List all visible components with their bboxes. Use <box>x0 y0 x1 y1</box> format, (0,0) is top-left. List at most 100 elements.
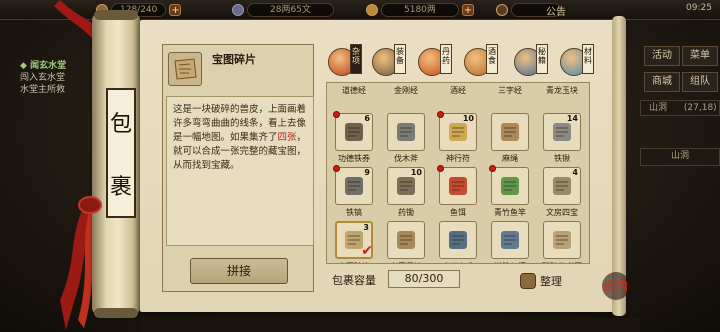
new-item-dot <box>489 165 496 172</box>
item-slot[interactable]: 14 <box>543 113 581 151</box>
new-item-dot <box>437 111 444 118</box>
story-line: 闯入玄水堂 <box>20 73 66 83</box>
sort-label: 整理 <box>540 275 562 288</box>
item-label: 功德铁券 <box>338 154 370 163</box>
location-coords: (27,18) <box>683 103 717 113</box>
item-label: 道德经 <box>342 86 366 95</box>
item-label: 酒经 <box>450 86 466 95</box>
page-icon <box>548 227 576 253</box>
story-panel[interactable]: ◆ 闻玄水堂 闯入玄水堂 水堂主所救 <box>20 60 100 96</box>
silver-value: 5180两 <box>381 3 459 17</box>
item-slot[interactable]: 9 <box>333 165 373 205</box>
category-label: 丹药 <box>440 44 452 74</box>
description-highlight: 四张 <box>277 132 297 143</box>
shop-button[interactable]: 商城 <box>644 72 680 92</box>
item-label: 庖丁之术 <box>433 261 483 263</box>
item-label: 神行符 <box>446 154 470 163</box>
category-label: 秘籍 <box>536 44 548 74</box>
menu-button[interactable]: 菜单 <box>682 46 718 66</box>
item-count: 10 <box>462 114 474 123</box>
team-button[interactable]: 组队 <box>682 72 718 92</box>
axe-icon <box>392 119 420 145</box>
item-slot[interactable] <box>491 113 529 151</box>
ribbon-knot <box>78 196 102 214</box>
category-label: 杂项 <box>350 44 362 74</box>
item-slot[interactable]: 6 <box>333 111 373 151</box>
item-label: 辩脉入门 <box>485 261 535 263</box>
silver-ingot-icon <box>366 4 378 16</box>
item-count: 6 <box>364 114 370 123</box>
add-silver-button[interactable]: + <box>461 4 474 16</box>
item-slot[interactable] <box>489 165 529 205</box>
item-label: 残破的书页 <box>537 261 587 263</box>
category-tab[interactable]: 秘籍 <box>510 44 548 80</box>
item-label: 铁镐 <box>346 208 362 217</box>
bottom-bar <box>140 318 640 332</box>
category-label: 酒食 <box>486 44 498 74</box>
bag-title-char: 包 <box>109 111 132 137</box>
item-description: 这是一块破碎的兽皮，上面画着许多弯弯曲曲的线条，看上去像是一幅地图。如果集齐了四… <box>166 96 314 246</box>
item-label: 金刚经 <box>394 86 418 95</box>
category-tab[interactable]: 装备 <box>368 44 406 80</box>
copper-coin-icon <box>232 4 244 16</box>
item-slot[interactable]: 4 <box>543 167 581 205</box>
fishing-rod-icon <box>496 173 524 199</box>
story-title: 闻玄水堂 <box>30 61 67 71</box>
capacity-label: 包裹容量 <box>332 274 376 287</box>
place-button[interactable]: 山洞 <box>640 148 720 166</box>
close-seal-button[interactable]: 宙内 <box>600 270 632 302</box>
item-slot[interactable] <box>543 221 581 259</box>
location-bar: 山洞 (27,18) <box>640 100 720 116</box>
item-label: 药锄 <box>398 208 414 217</box>
rope-icon <box>496 119 524 145</box>
item-slot[interactable]: 3 ✔ <box>335 221 373 259</box>
selected-item-icon <box>168 52 202 86</box>
item-slot[interactable] <box>387 113 425 151</box>
item-slot[interactable] <box>491 221 529 259</box>
silver-display: 5180两 + <box>366 3 474 17</box>
category-label: 装备 <box>394 44 406 74</box>
bag-title-plaque: 包 裹 <box>106 88 136 218</box>
item-slot[interactable]: 10 <box>437 111 477 151</box>
notice-label[interactable]: 公告 <box>546 3 566 18</box>
category-tab[interactable]: 杂项 <box>324 44 362 80</box>
item-label: 三字经 <box>498 86 522 95</box>
item-count: 4 <box>572 168 578 177</box>
new-item-dot <box>437 165 444 172</box>
new-item-dot <box>333 165 340 172</box>
new-item-dot <box>333 111 340 118</box>
story-line: 水堂主所救 <box>20 85 66 95</box>
book-icon <box>444 227 472 253</box>
game-scene: 128/240 + 28两65文 5180两 + 公告 09:25 ◆ 闻玄水堂… <box>0 0 720 332</box>
category-tab[interactable]: 材料 <box>556 44 594 80</box>
category-tab[interactable]: 丹药 <box>414 44 452 80</box>
item-slot[interactable] <box>437 165 477 205</box>
item-grid[interactable]: 道德经 金刚经 酒经 三字经 青龙玉块 6 功德铁券 伐木斧 10 神行符 麻绳 14 铁锹 9 铁镐 10 药… <box>326 82 590 264</box>
capacity-value: 80/300 <box>388 270 460 288</box>
item-label: 青龙玉块 <box>546 86 578 95</box>
sort-button[interactable]: 整理 <box>520 270 574 292</box>
item-label: 宝图碎片 <box>329 261 379 263</box>
category-label: 材料 <box>582 44 594 74</box>
seal-text: 宙内 <box>604 278 628 293</box>
item-slot[interactable]: 10 <box>387 167 425 205</box>
bag-icon <box>520 273 536 289</box>
item-count: 10 <box>410 168 422 177</box>
add-stamina-button[interactable]: + <box>169 4 182 16</box>
item-slot[interactable] <box>439 221 477 259</box>
item-label: 文房四宝 <box>546 208 578 217</box>
item-count: 3 <box>363 223 369 232</box>
selected-item-name: 宝图碎片 <box>212 53 256 66</box>
item-count: 14 <box>566 114 578 123</box>
clock: 09:25 <box>686 3 712 13</box>
worm-icon <box>444 173 472 199</box>
scroll-book-icon <box>496 227 524 253</box>
item-label: 伐木斧 <box>394 154 418 163</box>
mail-icon[interactable] <box>496 4 508 16</box>
category-tab[interactable]: 酒食 <box>460 44 498 80</box>
item-slot[interactable] <box>387 221 425 259</box>
item-label: 铁锹 <box>554 154 570 163</box>
activity-button[interactable]: 活动 <box>644 46 680 66</box>
combine-button[interactable]: 拼接 <box>190 258 288 284</box>
item-label: 鱼饵 <box>450 208 466 217</box>
